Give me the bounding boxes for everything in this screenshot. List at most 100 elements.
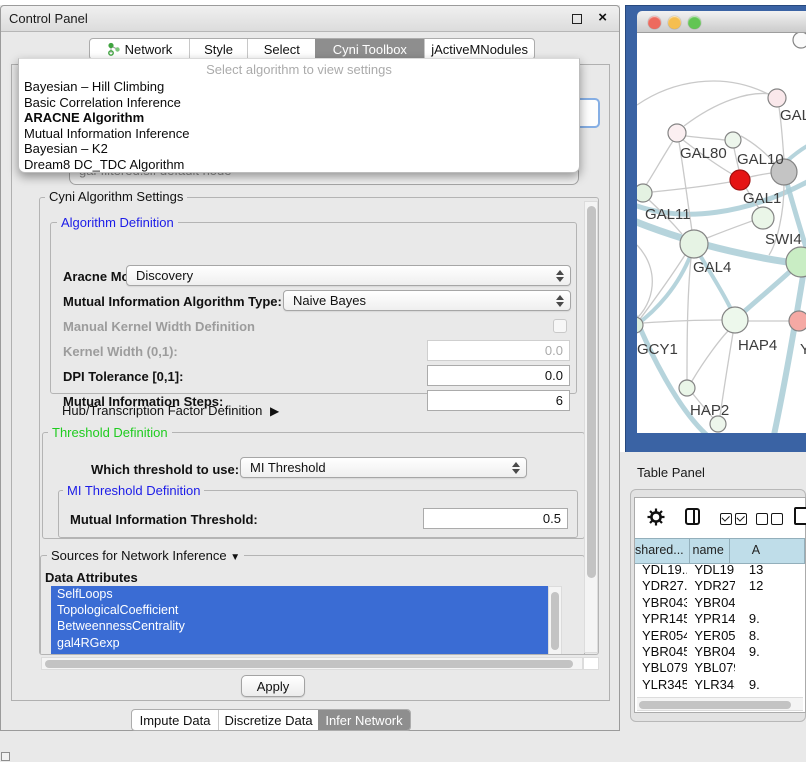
table-row[interactable]: YBL079WYBL079W: [635, 660, 805, 676]
split-panel-icon[interactable]: [685, 508, 700, 525]
network-node[interactable]: [768, 89, 786, 107]
float-window-icon[interactable]: [572, 14, 582, 24]
table-cell[interactable]: YDR27...: [635, 578, 687, 594]
network-edge[interactable]: [687, 258, 691, 380]
attribute-item[interactable]: gal4RGexp: [51, 635, 548, 651]
network-edge[interactable]: [643, 320, 722, 323]
control-panel-titlebar[interactable]: Control Panel ×: [1, 6, 619, 32]
network-edge[interactable]: [707, 221, 752, 238]
kernel-width-input[interactable]: 0.0: [427, 340, 570, 361]
table-row[interactable]: YIL052CYIL052C9.: [635, 693, 805, 695]
dpi-tolerance-input[interactable]: 0.0: [427, 365, 570, 386]
sources-title-wrap[interactable]: Sources for Network Inference ▼: [47, 549, 244, 565]
algorithm-option[interactable]: Dream8 DC_TDC Algorithm: [19, 157, 579, 173]
collapsed-arrow-icon[interactable]: ▶: [270, 404, 279, 418]
attribute-item[interactable]: BetweennessCentrality: [51, 618, 548, 634]
tab-impute-data[interactable]: Impute Data: [132, 710, 218, 730]
algorithm-option[interactable]: Basic Correlation Inference: [19, 95, 579, 111]
column-header[interactable]: A: [730, 538, 805, 564]
table-row[interactable]: YLR345WYLR345W9.: [635, 677, 805, 693]
table-cell[interactable]: YLR345W: [687, 677, 735, 693]
network-node[interactable]: [730, 170, 750, 190]
scrollbar-thumb[interactable]: [639, 701, 791, 709]
table-cell[interactable]: YBR043C: [687, 595, 735, 611]
algorithm-option[interactable]: Bayesian – K2: [19, 141, 579, 157]
table-cell[interactable]: YBL079W: [687, 660, 735, 676]
table-row[interactable]: YDL19...YDL19...13: [635, 562, 805, 578]
table-cell[interactable]: 9.: [735, 677, 805, 693]
minimize-traffic-light[interactable]: [668, 16, 681, 29]
network-node[interactable]: [668, 124, 686, 142]
hub-definition-toggle[interactable]: Hub/Transcription Factor Definition ▶: [62, 403, 275, 418]
table-cell[interactable]: 13: [735, 562, 805, 578]
table-cell[interactable]: [735, 595, 805, 611]
settings-horizontal-scrollbar[interactable]: [41, 657, 583, 670]
attributes-list-scrollbar[interactable]: [548, 586, 562, 655]
file-icon[interactable]: [794, 507, 806, 525]
close-icon[interactable]: ×: [598, 9, 607, 26]
table-cell[interactable]: YIL052C: [687, 693, 735, 695]
table-cell[interactable]: 9.: [735, 644, 805, 660]
network-edge[interactable]: [640, 255, 685, 319]
algorithm-option[interactable]: ARACNE Algorithm: [19, 110, 579, 126]
tab-infer-network[interactable]: Infer Network: [318, 710, 410, 730]
network-node[interactable]: [793, 33, 806, 48]
tab-network[interactable]: Network: [90, 39, 189, 59]
column-header[interactable]: shared...: [635, 538, 690, 564]
mi-algorithm-type-select[interactable]: Naive Bayes: [283, 290, 571, 311]
attribute-item[interactable]: TopologicalCoefficient: [51, 602, 548, 618]
table-cell[interactable]: YPR145W: [635, 611, 687, 627]
tab-discretize-data[interactable]: Discretize Data: [218, 710, 318, 730]
zoom-traffic-light[interactable]: [688, 16, 701, 29]
grip-icon[interactable]: [1, 752, 10, 761]
which-threshold-select[interactable]: MI Threshold: [240, 457, 527, 478]
scrollbar-thumb[interactable]: [551, 592, 559, 650]
network-node[interactable]: [637, 184, 652, 202]
table-horizontal-scrollbar[interactable]: [637, 697, 803, 711]
network-edge[interactable]: [637, 245, 652, 321]
table-cell[interactable]: YBR045C: [687, 644, 735, 660]
table-cell[interactable]: YBR045C: [635, 644, 687, 660]
scrollbar-thumb[interactable]: [45, 660, 573, 668]
network-edge[interactable]: [684, 93, 771, 126]
network-edge[interactable]: [646, 141, 673, 185]
tab-jactivemnodules[interactable]: jActiveMNodules: [424, 39, 534, 59]
close-traffic-light[interactable]: [648, 16, 661, 29]
tab-style[interactable]: Style: [189, 39, 247, 59]
network-edge[interactable]: [686, 136, 725, 140]
table-cell[interactable]: [735, 660, 805, 676]
network-edge[interactable]: [652, 182, 730, 192]
table-cell[interactable]: YBR043C: [635, 595, 687, 611]
network-edge[interactable]: [750, 173, 771, 177]
network-node[interactable]: [722, 307, 748, 333]
tab-select[interactable]: Select: [247, 39, 315, 59]
select-all-columns-icon[interactable]: [720, 513, 747, 528]
table-cell[interactable]: YER054C: [635, 628, 687, 644]
table-cell[interactable]: 9.: [735, 693, 805, 695]
network-node[interactable]: [789, 311, 806, 331]
network-edge[interactable]: [637, 246, 694, 330]
network-window-titlebar[interactable]: [637, 11, 806, 33]
table-cell[interactable]: 9.: [735, 611, 805, 627]
table-row[interactable]: YBR043CYBR043C: [635, 595, 805, 611]
network-canvas[interactable]: GALGAL80GAL10GAL1GAL11SWI4GAL4GCY1HAP4YH…: [637, 33, 806, 433]
table-row[interactable]: YDR27...YDR27...12: [635, 578, 805, 594]
mi-threshold-input[interactable]: 0.5: [423, 508, 568, 529]
network-edge[interactable]: [787, 143, 806, 161]
network-node[interactable]: [752, 207, 774, 229]
table-cell[interactable]: YPR145W: [687, 611, 735, 627]
table-cell[interactable]: YLR345W: [635, 677, 687, 693]
tab-cyni-toolbox[interactable]: Cyni Toolbox: [315, 39, 424, 59]
attribute-item[interactable]: SelfLoops: [51, 586, 548, 602]
gear-icon[interactable]: [647, 508, 665, 526]
table-cell[interactable]: YDL19...: [635, 562, 687, 578]
aracne-mode-select[interactable]: Discovery: [126, 265, 571, 286]
algorithm-option[interactable]: Mutual Information Inference: [19, 126, 579, 142]
network-edge[interactable]: [695, 247, 734, 316]
column-header[interactable]: name: [690, 538, 730, 564]
expanded-arrow-icon[interactable]: ▼: [230, 552, 240, 563]
network-node[interactable]: [725, 132, 741, 148]
table-row[interactable]: YPR145WYPR145W9.: [635, 611, 805, 627]
settings-vertical-scrollbar[interactable]: [584, 201, 598, 653]
network-edge[interactable]: [637, 81, 768, 105]
